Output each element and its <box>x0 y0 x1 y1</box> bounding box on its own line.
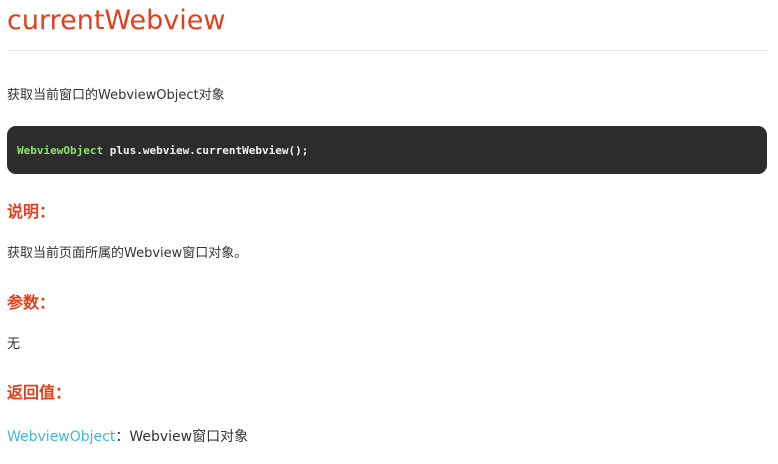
returns-text: WebviewObject：Webview窗口对象 <box>7 427 767 447</box>
description-text: 获取当前页面所属的Webview窗口对象。 <box>7 246 248 261</box>
returns-description: ：Webview窗口对象 <box>115 429 249 445</box>
doc-content: currentWebview 获取当前窗口的WebviewObject对象 We… <box>7 0 767 447</box>
description-heading: 说明： <box>7 202 56 221</box>
page-title: currentWebview <box>7 5 226 36</box>
params-text: 无 <box>7 337 21 352</box>
params-heading: 参数： <box>7 293 56 312</box>
returns-heading: 返回值： <box>7 383 72 402</box>
webview-object-link[interactable]: WebviewObject <box>7 429 115 445</box>
code-block: WebviewObject plus.webview.currentWebvie… <box>7 126 767 174</box>
code-return-type: WebviewObject <box>17 143 104 157</box>
title-divider <box>7 50 767 51</box>
api-summary: 获取当前窗口的WebviewObject对象 <box>7 88 225 103</box>
code-call: plus.webview.currentWebview(); <box>103 143 309 157</box>
